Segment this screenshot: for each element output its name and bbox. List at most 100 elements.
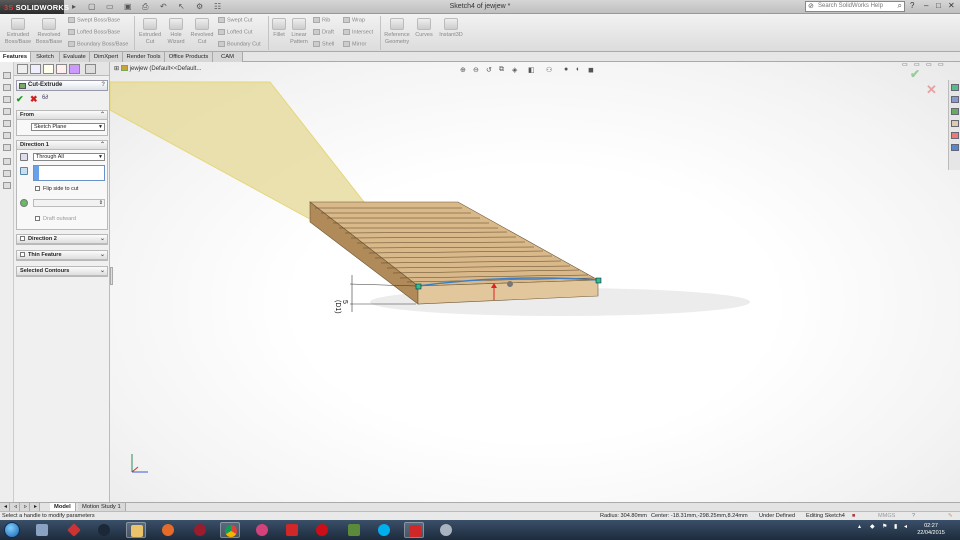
taskbar-clock[interactable]: 02:27 22/04/2015 [914,523,948,537]
previous-view-icon[interactable]: ↺ [486,66,492,74]
design-library-icon[interactable] [951,96,959,103]
help-icon[interactable]: ? [910,1,914,10]
end-condition-select[interactable]: Through All ▼ [33,153,105,161]
extruded-cut-button[interactable]: Extruded Cut [136,18,164,45]
lofted-boss-button[interactable]: Lofted Boss/Base [68,29,120,35]
arc-center-point[interactable] [507,281,513,287]
viewport-close-icon[interactable]: ▭ [938,62,944,68]
view-palette-icon[interactable] [951,120,959,127]
filter-icon[interactable] [85,64,96,74]
wrap-button[interactable]: Wrap [343,17,365,23]
boundary-boss-button[interactable]: Boundary Boss/Base [68,41,128,47]
arc-endpoint-handle[interactable] [415,283,422,290]
search-help-input[interactable]: ⊘ Search SolidWorks Help ⌕ [805,1,905,12]
arc-endpoint-handle[interactable] [595,277,602,284]
boundary-cut-button[interactable]: Boundary Cut [218,41,261,47]
rectangle-tool-icon[interactable] [3,108,11,115]
apply-scene-icon[interactable]: ◐ [576,66,580,73]
edit-appearance-icon[interactable]: ● [564,66,568,73]
taskbar-cherry[interactable] [190,522,210,538]
taskbar-minecraft[interactable] [344,522,364,538]
draft-on-off-icon[interactable] [20,199,28,207]
maximize-button[interactable]: □ [936,1,941,10]
taskbar-firefox[interactable] [158,522,178,538]
checkbox-icon[interactable] [20,252,25,257]
shell-button[interactable]: Shell [313,41,334,47]
tab-sketch[interactable]: Sketch [31,52,60,62]
taskbar-solidworks[interactable] [282,522,302,538]
rib-button[interactable]: Rib [313,17,330,23]
trim-tool-icon[interactable] [3,170,11,177]
direction1-group-header[interactable]: Direction 1 ⌃ [17,141,107,150]
intersect-button[interactable]: Intersect [343,29,373,35]
cancel-button[interactable]: ✖ [30,94,38,105]
display-style-icon[interactable]: ◧ [528,66,535,74]
direction2-group[interactable]: Direction 2 ⌄ [16,234,108,245]
reference-geometry-button[interactable]: Reference Geometry [382,18,412,45]
smart-dimension-icon[interactable] [3,84,11,91]
tab-features[interactable]: Features [0,52,31,62]
linear-pattern-button[interactable]: Linear Pattern [287,18,311,45]
display-manager-tab-icon[interactable] [69,64,80,74]
tray-signal-icon[interactable]: ▮ [894,523,897,530]
mirror-button[interactable]: Mirror [343,41,366,47]
minimize-button[interactable]: – [924,1,928,10]
taskbar-opera[interactable] [312,522,332,538]
property-manager-tab-icon[interactable] [30,64,41,74]
flyout-feature-tree[interactable]: ⊞ jewjew (Default<<Default... [114,65,201,72]
ok-button[interactable]: ✔ [16,94,24,105]
tab-cam[interactable]: CAM [213,52,243,62]
spline-tool-icon[interactable] [3,158,11,165]
swept-cut-button[interactable]: Swept Cut [218,17,252,23]
draft-button[interactable]: Draft [313,29,334,35]
view-settings-icon[interactable]: ◼ [588,66,594,74]
curves-button[interactable]: Curves [413,18,435,39]
notes-icon[interactable]: ✎ [948,513,953,519]
offset-tool-icon[interactable] [3,182,11,189]
taskbar-media-player[interactable] [32,522,52,538]
fillet-button[interactable]: Fillet [270,18,288,39]
revolved-boss-button[interactable]: Revolved Boss/Base [35,18,63,45]
polygon-tool-icon[interactable] [3,144,11,151]
custom-properties-icon[interactable] [951,144,959,151]
appearances-icon[interactable] [951,132,959,139]
selected-contours-group-header[interactable]: Selected Contours ⌄ [17,267,107,276]
draft-outward-checkbox[interactable]: Draft outward [35,216,76,222]
taskbar-explorer[interactable] [126,522,146,538]
taskbar-app-red[interactable] [64,522,84,538]
tab-dimxpert[interactable]: DimXpert [90,52,123,62]
reverse-direction-icon[interactable] [20,153,28,161]
taskbar-tool[interactable] [436,522,456,538]
swept-boss-button[interactable]: Swept Boss/Base [68,17,120,23]
from-group-header[interactable]: From ⌃ [17,111,107,120]
windows-start-button[interactable] [4,522,20,538]
extruded-boss-button[interactable]: Extruded Boss/Base [4,18,32,45]
revolved-cut-button[interactable]: Revolved Cut [188,18,216,45]
zoom-to-area-icon[interactable]: ⊖ [473,66,479,74]
view-orientation-icon[interactable]: ◈ [512,66,517,74]
feature-manager-tab-icon[interactable] [17,64,28,74]
taskbar-itunes[interactable] [252,522,272,538]
taskbar-steam[interactable] [94,522,114,538]
line-tool-icon[interactable] [3,96,11,103]
graphics-area[interactable]: 5 (D1) ⊞ jewjew (Default<<Default... ⊕ ⊖ … [110,62,960,502]
help-icon[interactable]: ? [101,82,105,88]
tray-flag-icon[interactable]: ⚑ [882,523,887,530]
flip-side-checkbox[interactable]: Flip side to cut [35,186,78,192]
zoom-to-fit-icon[interactable]: ⊕ [460,66,466,74]
file-explorer-icon[interactable] [951,108,959,115]
tab-office-products[interactable]: Office Products [165,52,213,62]
tray-volume-icon[interactable]: ◂ [904,523,907,530]
instant3d-button[interactable]: Instant3D [436,18,466,39]
direction2-group-header[interactable]: Direction 2 ⌄ [17,235,107,244]
circle-tool-icon[interactable] [3,120,11,127]
viewport-restore-icon[interactable]: ▭ [902,62,908,68]
help-status-icon[interactable]: ? [912,513,915,519]
configuration-manager-tab-icon[interactable] [43,64,54,74]
tray-network-icon[interactable]: ▴ [858,523,861,530]
arc-tool-icon[interactable] [3,132,11,139]
checkbox-icon[interactable] [20,236,25,241]
detailed-preview-icon[interactable]: 6∂ [42,95,48,101]
dimxpert-manager-tab-icon[interactable] [56,64,67,74]
thin-feature-group[interactable]: Thin Feature ⌄ [16,250,108,261]
